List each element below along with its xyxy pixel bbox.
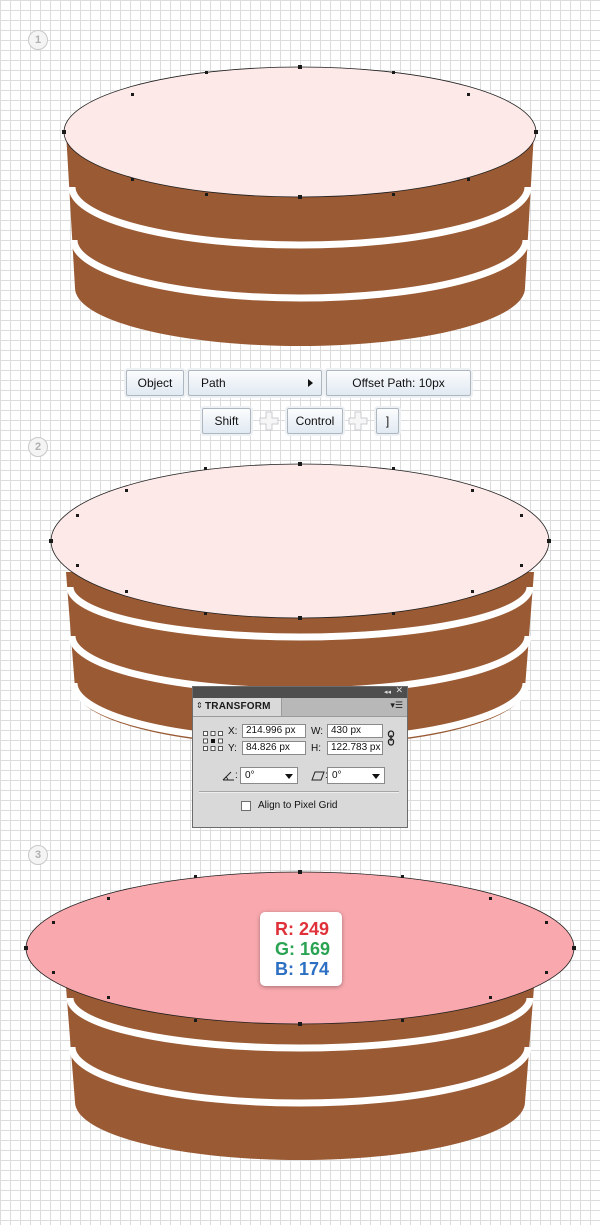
- shift-key: Shift: [202, 408, 251, 434]
- menu-offset-path-button[interactable]: Offset Path: 10px: [326, 370, 471, 396]
- x-field[interactable]: 214.996 px: [242, 724, 306, 738]
- constrain-proportions-icon[interactable]: [387, 730, 395, 746]
- transform-panel: ◂◂ ✕ ⇕ TRANSFORM ▾☰ X: 214.996 px Y: 84.…: [192, 686, 408, 828]
- menu-object-button[interactable]: Object: [126, 370, 184, 396]
- dropdown-arrow-icon: [285, 774, 293, 779]
- close-icon[interactable]: ✕: [395, 686, 403, 696]
- align-pixel-grid-checkbox[interactable]: [241, 801, 251, 811]
- right-bracket-key: ]: [376, 408, 399, 434]
- rotate-value: 0°: [245, 770, 255, 781]
- panel-tab-row: ⇕ TRANSFORM ▾☰: [193, 698, 407, 717]
- shear-value: 0°: [332, 770, 342, 781]
- panel-menu-icon[interactable]: ▾☰: [390, 701, 403, 711]
- y-label: Y:: [228, 743, 237, 754]
- cake-illustration-step3: [24, 870, 576, 1160]
- dropdown-arrow-icon: [372, 774, 380, 779]
- plus-icon: [259, 411, 279, 431]
- tab-transform-label: TRANSFORM: [205, 701, 271, 712]
- tab-toggle-icon[interactable]: ⇕: [196, 701, 203, 710]
- x-label: X:: [228, 726, 238, 737]
- menu-path-label: Path: [201, 376, 226, 390]
- rgb-red-value: R: 249: [275, 919, 330, 939]
- tab-transform[interactable]: ⇕ TRANSFORM: [193, 698, 282, 716]
- panel-divider: [199, 791, 399, 793]
- h-field[interactable]: 122.783 px: [327, 741, 383, 755]
- plus-icon: [348, 411, 368, 431]
- align-pixel-grid-label: Align to Pixel Grid: [258, 800, 338, 811]
- rotate-colon: :: [235, 770, 238, 781]
- y-field[interactable]: 84.826 px: [242, 741, 306, 755]
- reference-point-icon[interactable]: [203, 731, 223, 751]
- panel-titlebar[interactable]: ◂◂ ✕: [193, 686, 407, 698]
- cake-illustration-step1: [62, 65, 538, 346]
- rotate-select[interactable]: 0°: [240, 767, 298, 784]
- cake-top-ellipse: [50, 463, 550, 619]
- w-field[interactable]: 430 px: [327, 724, 383, 738]
- collapse-icon[interactable]: ◂◂: [384, 688, 391, 696]
- rgb-green-value: G: 169: [275, 939, 331, 959]
- shear-select[interactable]: 0°: [327, 767, 385, 784]
- h-label: H:: [311, 743, 321, 754]
- shear-icon: [311, 771, 325, 781]
- submenu-arrow-icon: [308, 379, 313, 387]
- rgb-blue-value: B: 174: [275, 959, 330, 979]
- cake-top-ellipse: [63, 66, 537, 198]
- menu-path-button[interactable]: Path: [188, 370, 322, 396]
- w-label: W:: [311, 726, 324, 737]
- control-key: Control: [287, 408, 343, 434]
- rotate-icon: [222, 771, 234, 781]
- rgb-color-callout: R: 249 G: 169 B: 174: [260, 912, 342, 986]
